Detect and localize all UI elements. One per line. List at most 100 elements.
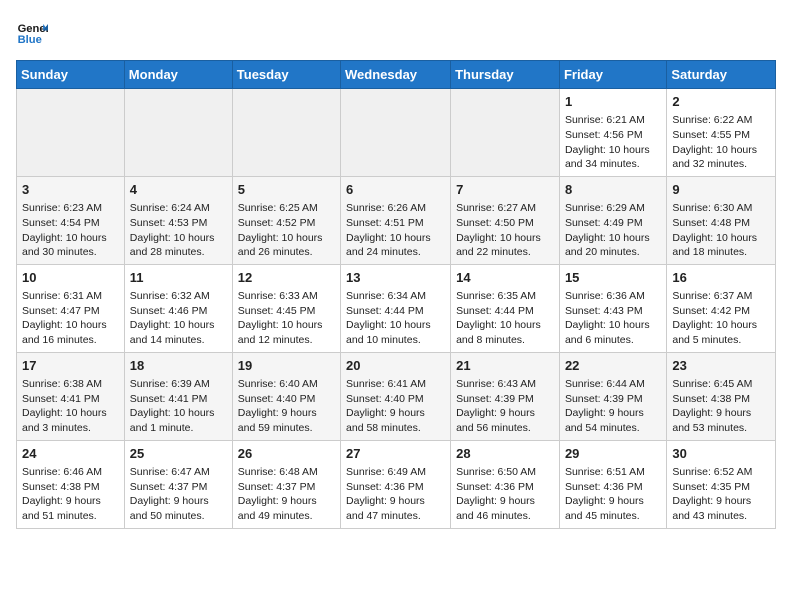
day-info-line: and 45 minutes. bbox=[565, 509, 661, 524]
svg-text:Blue: Blue bbox=[18, 34, 42, 46]
day-info-line: Sunrise: 6:31 AM bbox=[22, 289, 119, 304]
day-number: 10 bbox=[22, 269, 119, 287]
day-info-line: Sunrise: 6:40 AM bbox=[238, 377, 335, 392]
calendar-week-row: 10Sunrise: 6:31 AMSunset: 4:47 PMDayligh… bbox=[17, 264, 776, 352]
day-info-line: and 22 minutes. bbox=[456, 245, 554, 260]
day-info-line: Daylight: 9 hours bbox=[238, 406, 335, 421]
day-number: 17 bbox=[22, 357, 119, 375]
day-info-line: Daylight: 10 hours bbox=[238, 318, 335, 333]
day-info-line: and 56 minutes. bbox=[456, 421, 554, 436]
day-info-line: Sunrise: 6:29 AM bbox=[565, 201, 661, 216]
calendar-empty-cell bbox=[124, 89, 232, 177]
day-info-line: Sunset: 4:38 PM bbox=[672, 392, 770, 407]
day-info-line: Sunrise: 6:41 AM bbox=[346, 377, 445, 392]
day-info-line: Daylight: 10 hours bbox=[130, 318, 227, 333]
day-info-line: and 59 minutes. bbox=[238, 421, 335, 436]
day-info-line: and 43 minutes. bbox=[672, 509, 770, 524]
day-info-line: Daylight: 10 hours bbox=[22, 406, 119, 421]
calendar-day-cell: 14Sunrise: 6:35 AMSunset: 4:44 PMDayligh… bbox=[451, 264, 560, 352]
day-info-line: Sunset: 4:40 PM bbox=[238, 392, 335, 407]
day-info-line: Sunset: 4:48 PM bbox=[672, 216, 770, 231]
day-info-line: Sunrise: 6:47 AM bbox=[130, 465, 227, 480]
calendar-day-cell: 25Sunrise: 6:47 AMSunset: 4:37 PMDayligh… bbox=[124, 440, 232, 528]
day-info-line: Sunset: 4:56 PM bbox=[565, 128, 661, 143]
day-number: 2 bbox=[672, 93, 770, 111]
day-header-saturday: Saturday bbox=[667, 61, 776, 89]
calendar-day-cell: 19Sunrise: 6:40 AMSunset: 4:40 PMDayligh… bbox=[232, 352, 340, 440]
day-info-line: Sunrise: 6:38 AM bbox=[22, 377, 119, 392]
day-info-line: and 5 minutes. bbox=[672, 333, 770, 348]
day-number: 8 bbox=[565, 181, 661, 199]
day-info-line: Daylight: 10 hours bbox=[22, 231, 119, 246]
day-info-line: and 30 minutes. bbox=[22, 245, 119, 260]
calendar-day-cell: 9Sunrise: 6:30 AMSunset: 4:48 PMDaylight… bbox=[667, 176, 776, 264]
day-info-line: Sunrise: 6:21 AM bbox=[565, 113, 661, 128]
calendar-week-row: 24Sunrise: 6:46 AMSunset: 4:38 PMDayligh… bbox=[17, 440, 776, 528]
day-info-line: Sunset: 4:52 PM bbox=[238, 216, 335, 231]
day-info-line: Daylight: 9 hours bbox=[22, 494, 119, 509]
day-info-line: Daylight: 10 hours bbox=[346, 318, 445, 333]
day-number: 18 bbox=[130, 357, 227, 375]
logo: General Blue bbox=[16, 16, 54, 48]
day-info-line: and 18 minutes. bbox=[672, 245, 770, 260]
day-info-line: Daylight: 10 hours bbox=[565, 143, 661, 158]
day-header-thursday: Thursday bbox=[451, 61, 560, 89]
day-info-line: Daylight: 10 hours bbox=[130, 231, 227, 246]
day-info-line: and 51 minutes. bbox=[22, 509, 119, 524]
day-info-line: Daylight: 10 hours bbox=[22, 318, 119, 333]
calendar-day-cell: 24Sunrise: 6:46 AMSunset: 4:38 PMDayligh… bbox=[17, 440, 125, 528]
day-number: 4 bbox=[130, 181, 227, 199]
calendar-day-cell: 4Sunrise: 6:24 AMSunset: 4:53 PMDaylight… bbox=[124, 176, 232, 264]
calendar-day-cell: 30Sunrise: 6:52 AMSunset: 4:35 PMDayligh… bbox=[667, 440, 776, 528]
calendar-day-cell: 3Sunrise: 6:23 AMSunset: 4:54 PMDaylight… bbox=[17, 176, 125, 264]
day-info-line: Sunrise: 6:30 AM bbox=[672, 201, 770, 216]
day-info-line: Sunrise: 6:24 AM bbox=[130, 201, 227, 216]
day-info-line: Sunrise: 6:46 AM bbox=[22, 465, 119, 480]
calendar-day-cell: 8Sunrise: 6:29 AMSunset: 4:49 PMDaylight… bbox=[559, 176, 666, 264]
day-number: 7 bbox=[456, 181, 554, 199]
day-info-line: and 47 minutes. bbox=[346, 509, 445, 524]
calendar-day-cell: 6Sunrise: 6:26 AMSunset: 4:51 PMDaylight… bbox=[341, 176, 451, 264]
calendar-day-cell: 27Sunrise: 6:49 AMSunset: 4:36 PMDayligh… bbox=[341, 440, 451, 528]
day-number: 14 bbox=[456, 269, 554, 287]
day-info-line: Sunrise: 6:44 AM bbox=[565, 377, 661, 392]
day-info-line: Sunrise: 6:27 AM bbox=[456, 201, 554, 216]
day-info-line: and 58 minutes. bbox=[346, 421, 445, 436]
day-info-line: Daylight: 9 hours bbox=[346, 406, 445, 421]
day-info-line: and 8 minutes. bbox=[456, 333, 554, 348]
day-info-line: Sunrise: 6:26 AM bbox=[346, 201, 445, 216]
day-number: 15 bbox=[565, 269, 661, 287]
day-info-line: and 26 minutes. bbox=[238, 245, 335, 260]
day-number: 12 bbox=[238, 269, 335, 287]
day-number: 30 bbox=[672, 445, 770, 463]
calendar-week-row: 3Sunrise: 6:23 AMSunset: 4:54 PMDaylight… bbox=[17, 176, 776, 264]
calendar-day-cell: 13Sunrise: 6:34 AMSunset: 4:44 PMDayligh… bbox=[341, 264, 451, 352]
day-info-line: Sunset: 4:50 PM bbox=[456, 216, 554, 231]
day-info-line: Sunrise: 6:49 AM bbox=[346, 465, 445, 480]
day-info-line: Sunset: 4:54 PM bbox=[22, 216, 119, 231]
day-info-line: Daylight: 10 hours bbox=[238, 231, 335, 246]
day-info-line: and 6 minutes. bbox=[565, 333, 661, 348]
day-info-line: Sunset: 4:39 PM bbox=[456, 392, 554, 407]
day-info-line: Daylight: 10 hours bbox=[565, 318, 661, 333]
calendar-table: SundayMondayTuesdayWednesdayThursdayFrid… bbox=[16, 60, 776, 529]
day-info-line: and 54 minutes. bbox=[565, 421, 661, 436]
day-info-line: and 16 minutes. bbox=[22, 333, 119, 348]
day-info-line: Sunset: 4:36 PM bbox=[565, 480, 661, 495]
day-info-line: Sunset: 4:43 PM bbox=[565, 304, 661, 319]
day-info-line: Daylight: 9 hours bbox=[346, 494, 445, 509]
calendar-day-cell: 17Sunrise: 6:38 AMSunset: 4:41 PMDayligh… bbox=[17, 352, 125, 440]
day-number: 16 bbox=[672, 269, 770, 287]
calendar-header-row: SundayMondayTuesdayWednesdayThursdayFrid… bbox=[17, 61, 776, 89]
day-info-line: Daylight: 9 hours bbox=[456, 494, 554, 509]
day-info-line: Daylight: 9 hours bbox=[672, 494, 770, 509]
day-info-line: Daylight: 10 hours bbox=[672, 143, 770, 158]
day-info-line: Sunrise: 6:51 AM bbox=[565, 465, 661, 480]
calendar-day-cell: 12Sunrise: 6:33 AMSunset: 4:45 PMDayligh… bbox=[232, 264, 340, 352]
day-header-friday: Friday bbox=[559, 61, 666, 89]
day-info-line: Sunset: 4:55 PM bbox=[672, 128, 770, 143]
calendar-day-cell: 23Sunrise: 6:45 AMSunset: 4:38 PMDayligh… bbox=[667, 352, 776, 440]
day-number: 1 bbox=[565, 93, 661, 111]
calendar-day-cell: 10Sunrise: 6:31 AMSunset: 4:47 PMDayligh… bbox=[17, 264, 125, 352]
day-info-line: Sunset: 4:41 PM bbox=[130, 392, 227, 407]
